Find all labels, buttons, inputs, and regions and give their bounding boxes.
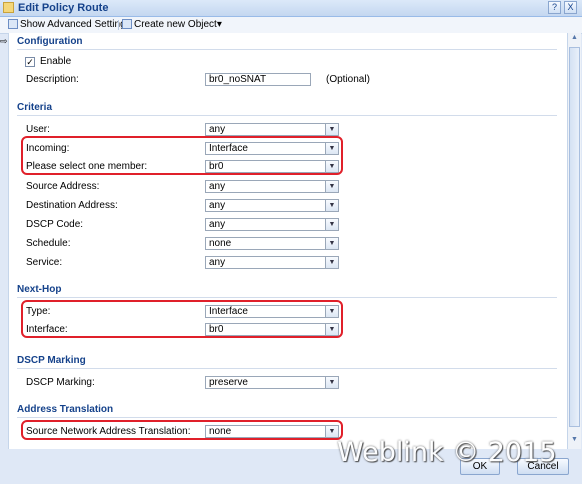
- user-select[interactable]: any ▼: [205, 123, 339, 136]
- scrollbar-thumb[interactable]: [569, 47, 580, 427]
- policy-route-icon: [3, 2, 14, 13]
- service-label: Service:: [26, 257, 63, 268]
- toolbar-divider: [118, 20, 119, 30]
- section-nexthop: Next-Hop: [17, 284, 62, 295]
- enable-checkbox[interactable]: ✓: [25, 57, 35, 67]
- description-input[interactable]: br0_noSNAT: [205, 73, 311, 86]
- toolbar: Show Advanced Settings Create new Object…: [0, 17, 582, 34]
- source-address-label: Source Address:: [26, 181, 100, 192]
- dscp-marking-label: DSCP Marking:: [26, 377, 95, 388]
- dscp-code-select[interactable]: any ▼: [205, 218, 339, 231]
- dscp-code-value: any: [209, 219, 226, 230]
- schedule-value: none: [209, 238, 232, 249]
- highlight-box: [21, 136, 343, 175]
- policy-route-form: Configuration ✓ Enable Description: br0_…: [8, 33, 567, 449]
- mouse-pointer-icon: ⇨: [0, 36, 8, 46]
- window-titlebar: Edit Policy Route ? X: [0, 0, 582, 17]
- source-address-select[interactable]: any ▼: [205, 180, 339, 193]
- dscp-marking-value: preserve: [209, 377, 248, 388]
- advanced-settings-icon: [8, 19, 18, 29]
- chevron-down-icon[interactable]: ▼: [325, 377, 338, 388]
- section-divider: [17, 417, 557, 418]
- show-advanced-label: Show Advanced Settings: [20, 19, 131, 30]
- show-advanced-settings-button[interactable]: Show Advanced Settings: [8, 19, 131, 31]
- user-value: any: [209, 124, 226, 135]
- schedule-select[interactable]: none ▼: [205, 237, 339, 250]
- section-address-translation: Address Translation: [17, 404, 114, 415]
- destination-address-label: Destination Address:: [26, 200, 118, 211]
- create-object-label: Create new Object▾: [134, 19, 222, 30]
- optional-hint: (Optional): [326, 74, 370, 85]
- help-button[interactable]: ?: [548, 1, 561, 14]
- section-divider: [17, 297, 557, 298]
- window-title: Edit Policy Route: [18, 2, 109, 14]
- chevron-down-icon[interactable]: ▼: [325, 124, 338, 135]
- section-dscp-marking: DSCP Marking: [17, 355, 86, 366]
- destination-address-value: any: [209, 200, 226, 211]
- vertical-scrollbar[interactable]: ▲ ▼: [567, 33, 581, 449]
- section-divider: [17, 115, 557, 116]
- create-new-object-button[interactable]: Create new Object▾: [122, 19, 222, 31]
- chevron-down-icon[interactable]: ▼: [325, 257, 338, 268]
- user-label: User:: [26, 124, 50, 135]
- source-address-value: any: [209, 181, 226, 192]
- chevron-down-icon[interactable]: ▼: [325, 238, 338, 249]
- section-configuration: Configuration: [17, 36, 83, 47]
- chevron-down-icon[interactable]: ▼: [325, 219, 338, 230]
- chevron-down-icon[interactable]: ▼: [325, 181, 338, 192]
- scroll-up-icon[interactable]: ▲: [568, 34, 581, 45]
- service-select[interactable]: any ▼: [205, 256, 339, 269]
- create-object-icon: [122, 19, 132, 29]
- enable-label: Enable: [40, 56, 72, 67]
- section-criteria: Criteria: [17, 102, 53, 113]
- destination-address-select[interactable]: any ▼: [205, 199, 339, 212]
- scroll-down-icon[interactable]: ▼: [568, 436, 581, 447]
- dscp-code-label: DSCP Code:: [26, 219, 84, 230]
- chevron-down-icon[interactable]: ▼: [325, 200, 338, 211]
- description-label: Description:: [26, 74, 79, 85]
- watermark: Weblink © 2015: [337, 437, 557, 468]
- highlight-box: [21, 420, 343, 440]
- dscp-marking-select[interactable]: preserve ▼: [205, 376, 339, 389]
- highlight-box: [21, 300, 343, 338]
- section-divider: [17, 368, 557, 369]
- service-value: any: [209, 257, 226, 268]
- close-button[interactable]: X: [564, 1, 577, 14]
- schedule-label: Schedule:: [26, 238, 71, 249]
- section-divider: [17, 49, 557, 50]
